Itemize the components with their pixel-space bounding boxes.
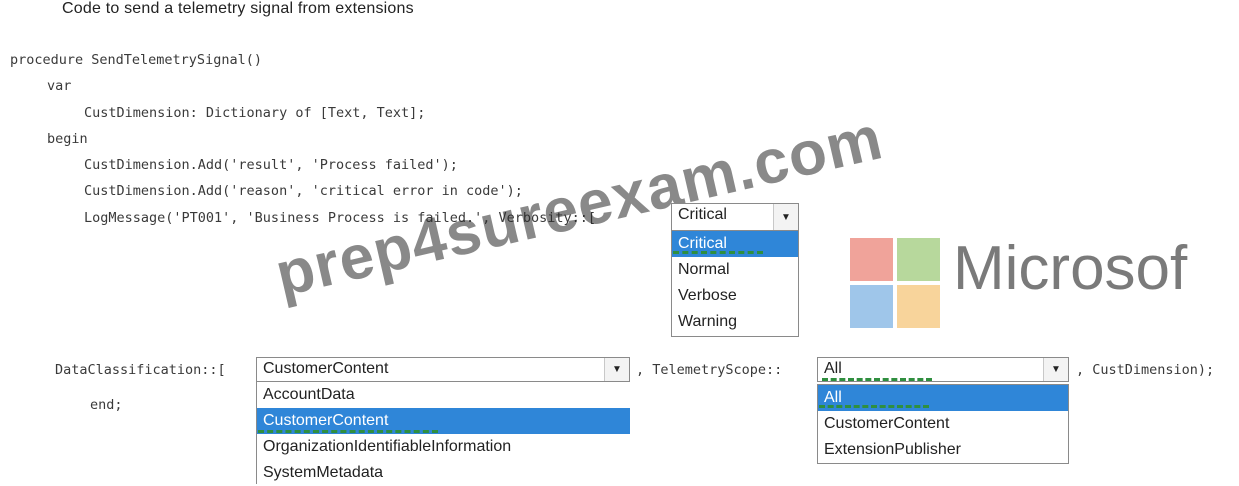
chevron-down-icon[interactable]: ▼ [604, 358, 629, 381]
telemetryscope-selected-value: All [824, 360, 842, 377]
code-line-add-reason: CustDimension.Add('reason', 'critical er… [84, 183, 523, 199]
dataclassification-selected-value: CustomerContent [263, 360, 389, 377]
verbosity-dropdown[interactable]: Critical ▼ [671, 203, 799, 231]
verbosity-options-list: Critical Normal Verbose Warning [671, 231, 799, 337]
code-line-custdimension-arg: , CustDimension); [1076, 362, 1215, 378]
answer-marker [822, 378, 932, 381]
microsoft-logo-text: Microsof [953, 234, 1188, 303]
verbosity-selected-value: Critical [678, 206, 727, 223]
code-line-var: var [47, 78, 72, 94]
dataclassification-dropdown[interactable]: CustomerContent ▼ [256, 357, 630, 382]
telemetryscope-options-list: All CustomerContent ExtensionPublisher [817, 384, 1069, 464]
page-heading: Code to send a telemetry signal from ext… [62, 0, 414, 17]
telemetryscope-option-customercontent[interactable]: CustomerContent [818, 411, 1068, 437]
answer-marker [673, 251, 763, 254]
dataclassification-options-list: AccountData CustomerContent Organization… [256, 382, 630, 484]
dataclassification-option-accountdata[interactable]: AccountData [257, 382, 630, 408]
microsoft-logo-icon [850, 238, 942, 330]
dataclassification-option-organizationidentifiableinformation[interactable]: OrganizationIdentifiableInformation [257, 434, 630, 460]
code-line-procedure: procedure SendTelemetrySignal() [10, 52, 262, 68]
code-line-telemetryscope: , TelemetryScope:: [636, 362, 783, 378]
chevron-down-icon[interactable]: ▼ [773, 204, 798, 230]
code-line-begin: begin [47, 131, 88, 147]
verbosity-option-verbose[interactable]: Verbose [672, 283, 798, 309]
code-line-dataclassification: DataClassification::[ [55, 362, 226, 378]
dataclassification-option-systemmetadata[interactable]: SystemMetadata [257, 460, 630, 486]
chevron-down-icon[interactable]: ▼ [1043, 358, 1068, 381]
answer-marker [258, 430, 438, 433]
telemetryscope-option-extensionpublisher[interactable]: ExtensionPublisher [818, 437, 1068, 463]
code-line-add-result: CustDimension.Add('result', 'Process fai… [84, 157, 458, 173]
answer-marker [819, 405, 929, 408]
verbosity-option-normal[interactable]: Normal [672, 257, 798, 283]
code-line-end: end; [90, 397, 123, 413]
code-line-custdimension-decl: CustDimension: Dictionary of [Text, Text… [84, 105, 426, 121]
verbosity-option-warning[interactable]: Warning [672, 309, 798, 335]
